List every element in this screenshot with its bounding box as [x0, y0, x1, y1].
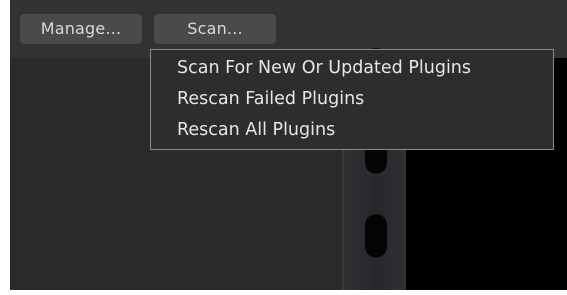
- scan-button[interactable]: Scan...: [154, 14, 276, 44]
- plugin-manager-window: Manage... Scan... Scan For New Or Update…: [10, 0, 567, 290]
- scan-dropdown-menu: Scan For New Or Updated Plugins Rescan F…: [150, 49, 554, 150]
- menu-item-scan-new-or-updated[interactable]: Scan For New Or Updated Plugins: [151, 53, 553, 84]
- menu-item-rescan-all[interactable]: Rescan All Plugins: [151, 115, 553, 146]
- rack-hole: [365, 214, 387, 258]
- menu-item-rescan-failed[interactable]: Rescan Failed Plugins: [151, 84, 553, 115]
- manage-button[interactable]: Manage...: [20, 14, 142, 44]
